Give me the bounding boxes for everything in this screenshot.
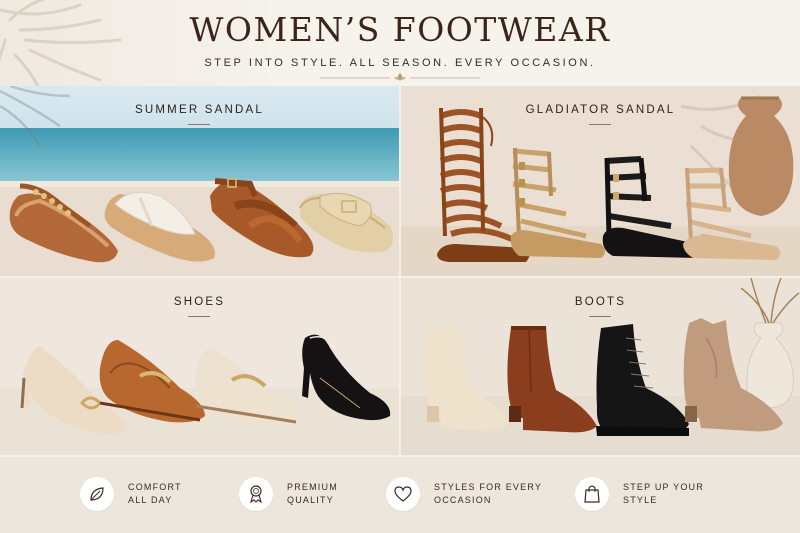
cream-loafer-image[interactable] [194, 348, 300, 425]
panel-shoes[interactable]: SHOES [0, 278, 399, 455]
feature-line: ALL DAY [128, 495, 173, 505]
page-title: WOMEN’S FOOTWEAR [189, 10, 611, 49]
features-bar: COMFORT ALL DAY PREMIUM QUALITY STYLES FOR… [0, 457, 800, 533]
feature-line: STYLE [623, 495, 658, 505]
feature-styles: STYLES FOR EVERY OCCASION [386, 471, 544, 517]
gladiator-sandals [437, 107, 781, 262]
leaf-icon [80, 477, 114, 511]
black-combat-boot-image[interactable] [596, 324, 689, 436]
heart-icon [386, 477, 420, 511]
shoes-row [20, 334, 391, 434]
panel-summer-sandal[interactable]: SUMMER SANDAL [0, 86, 399, 276]
boots-row [425, 318, 783, 436]
black-slingback-image[interactable] [302, 334, 391, 421]
panel-gladiator-sandal[interactable]: GLADIATOR SANDAL [401, 86, 800, 276]
beige-gladiator-image[interactable] [683, 167, 781, 260]
leaf-ornament-icon [320, 73, 480, 81]
thong-sandal-image[interactable] [9, 183, 119, 263]
cognac-loafer-image[interactable] [99, 340, 205, 423]
brown-strappy-sandal-image[interactable] [210, 178, 314, 258]
feature-line: OCCASION [434, 495, 492, 505]
shopping-bag-icon [575, 477, 609, 511]
cream-ankle-boot-image[interactable] [425, 324, 509, 432]
feature-line: COMFORT [128, 482, 182, 492]
gold-gladiator-image[interactable] [510, 147, 605, 258]
white-slide-image[interactable] [104, 191, 215, 262]
feature-line: PREMIUM [287, 482, 338, 492]
award-ribbon-icon [239, 477, 273, 511]
feature-line: STYLES FOR EVERY [434, 482, 543, 492]
brown-ankle-boot-image[interactable] [507, 326, 597, 433]
woven-slide-image[interactable] [299, 192, 394, 253]
taupe-western-boot-image[interactable] [683, 318, 783, 432]
feature-quality: PREMIUM QUALITY [239, 471, 397, 517]
feature-comfort: COMFORT ALL DAY [80, 471, 238, 517]
summer-sandals [9, 178, 394, 263]
feature-step-up: STEP UP YOUR STYLE [575, 471, 733, 517]
feature-line: STEP UP YOUR [623, 482, 704, 492]
header: WOMEN’S FOOTWEAR STEP INTO STYLE. ALL SE… [0, 0, 800, 86]
feature-line: QUALITY [287, 495, 334, 505]
panel-boots[interactable]: BOOTS [401, 278, 800, 455]
page-subtitle: STEP INTO STYLE. ALL SEASON. EVERY OCCAS… [204, 57, 596, 69]
